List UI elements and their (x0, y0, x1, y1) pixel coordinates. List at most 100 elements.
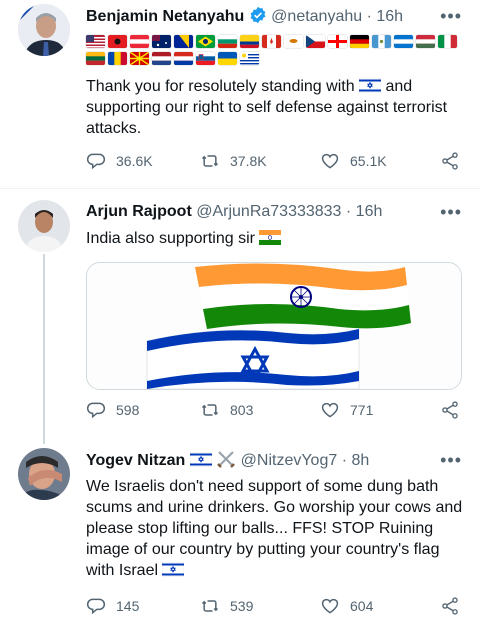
like-button[interactable]: 65.1K (320, 151, 387, 171)
flag-bosnia-icon (174, 35, 193, 48)
retweet-count: 539 (230, 598, 254, 614)
flag-italy-icon (438, 35, 457, 48)
reply-button[interactable]: 598 (86, 400, 139, 420)
retweet-button[interactable]: 803 (200, 400, 253, 420)
tweet-actions: 36.6K 37.8K 65.1K (86, 151, 464, 175)
flag-australia-icon (152, 35, 171, 48)
retweet-icon (201, 600, 219, 612)
tweet-netanyahu[interactable]: Benjamin Netanyahu @netanyahu · 16h ••• (0, 0, 480, 190)
reply-button[interactable]: 145 (86, 596, 139, 616)
share-button[interactable] (440, 151, 460, 171)
flag-colombia-icon (240, 35, 259, 48)
verified-badge-icon (249, 6, 267, 30)
author-name[interactable]: Arjun Rajpoot (86, 203, 192, 220)
like-button[interactable]: 771 (320, 400, 373, 420)
flag-albania-icon (108, 35, 127, 48)
tweet-text: India also supporting sir (86, 228, 466, 249)
retweet-icon (201, 404, 219, 416)
flag-macedonia-icon (130, 52, 149, 65)
reply-count: 598 (116, 402, 140, 418)
author-name[interactable]: Benjamin Netanyahu (86, 8, 244, 25)
flag-uruguay-icon (240, 52, 259, 65)
author-name[interactable]: Yogev Nitzan (86, 452, 185, 469)
flag-czech-icon (306, 35, 325, 48)
flag-us-icon (86, 35, 105, 48)
tweet-text: Thank you for resolutely standing with a… (86, 76, 466, 139)
retweet-count: 803 (230, 402, 254, 418)
flag-lithuania-icon (86, 52, 105, 65)
like-button[interactable]: 604 (320, 596, 373, 616)
tweet-yogev[interactable]: Yogev Nitzan @NitzevYog7 · 8h ••• We Isr… (0, 440, 480, 640)
india-flag-image (195, 263, 411, 329)
flag-moldova-icon (108, 52, 127, 65)
israel-flag-image (146, 328, 360, 389)
thread-line (43, 254, 45, 444)
tweet-header: Yogev Nitzan @NitzevYog7 · 8h (86, 450, 464, 474)
reply-button[interactable]: 36.6K (86, 151, 153, 171)
flag-guatemala-icon (372, 35, 391, 48)
avatar[interactable] (18, 448, 70, 500)
timestamp[interactable]: · 16h (367, 8, 403, 25)
flag-israel-icon (358, 77, 382, 94)
flag-paraguay-icon (174, 52, 193, 65)
like-count: 604 (350, 598, 374, 614)
heart-icon (321, 402, 339, 418)
tweet-text-part: India also supporting sir (86, 230, 255, 247)
share-button[interactable] (440, 400, 460, 420)
more-icon[interactable]: ••• (440, 202, 462, 223)
like-count: 771 (350, 402, 374, 418)
tweet-media-image[interactable] (86, 262, 462, 390)
tweet-text-part: We Israelis don't need support of some d… (86, 478, 463, 579)
flag-georgia-icon (328, 35, 347, 48)
retweet-count: 37.8K (230, 153, 267, 169)
divider (0, 188, 480, 189)
tweet-header: Arjun Rajpoot @ArjunRa73333833 · 16h (86, 202, 464, 222)
flag-israel-icon (189, 451, 212, 468)
heart-icon (321, 598, 339, 614)
author-handle[interactable]: @NitzevYog7 (241, 452, 338, 469)
tweet-text: We Israelis don't need support of some d… (86, 476, 466, 581)
flag-india-icon (259, 230, 282, 245)
flag-germany-icon (350, 35, 369, 48)
share-button[interactable] (440, 596, 460, 616)
more-icon[interactable]: ••• (440, 450, 462, 471)
flag-ukraine-icon (218, 52, 237, 65)
flag-list (86, 31, 457, 65)
flag-honduras-icon (394, 35, 413, 48)
tweet-text-part: Thank you for resolutely standing with (86, 78, 355, 95)
flag-israel-icon (162, 561, 185, 578)
flag-canada-icon (262, 35, 281, 48)
reply-count: 36.6K (116, 153, 153, 169)
flag-slovenia-icon (196, 52, 215, 65)
tweet-arjun[interactable]: Arjun Rajpoot @ArjunRa73333833 · 16h •••… (0, 190, 480, 444)
avatar[interactable] (18, 4, 70, 56)
flag-hungary-icon (416, 35, 435, 48)
like-count: 65.1K (350, 153, 387, 169)
author-handle[interactable]: @netanyahu (271, 8, 362, 25)
crossed-swords-icon (216, 450, 236, 474)
flag-brazil-icon (196, 35, 215, 48)
flag-cyprus-icon (284, 35, 303, 48)
author-handle[interactable]: @ArjunRa73333833 (196, 203, 341, 220)
timestamp[interactable]: · 16h (346, 203, 382, 220)
retweet-icon (201, 155, 219, 167)
tweet-header: Benjamin Netanyahu @netanyahu · 16h (86, 6, 464, 30)
reply-icon (86, 153, 106, 170)
flag-netherlands-icon (152, 52, 171, 65)
tweet-actions: 145 539 604 (86, 596, 464, 620)
avatar[interactable] (18, 200, 70, 252)
tweet-actions: 598 803 771 (86, 400, 464, 424)
retweet-button[interactable]: 37.8K (200, 151, 267, 171)
flag-bulgaria-icon (218, 35, 237, 48)
timestamp[interactable]: · 8h (342, 452, 370, 469)
share-icon (442, 152, 458, 170)
reply-count: 145 (116, 598, 140, 614)
share-icon (442, 401, 458, 419)
retweet-button[interactable]: 539 (200, 596, 253, 616)
reply-icon (86, 402, 106, 419)
heart-icon (321, 153, 339, 169)
flag-austria-icon (130, 35, 149, 48)
more-icon[interactable]: ••• (440, 6, 462, 27)
share-icon (442, 597, 458, 615)
reply-icon (86, 598, 106, 615)
